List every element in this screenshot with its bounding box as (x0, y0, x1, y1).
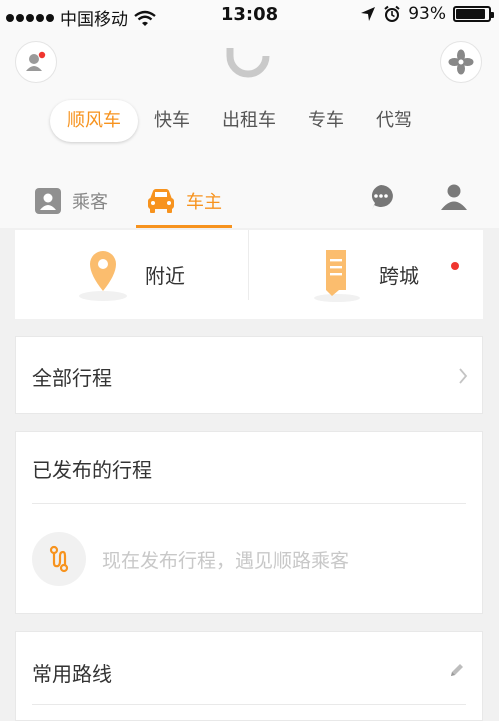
frequent-routes-title: 常用路线 (32, 662, 112, 686)
tab-express[interactable]: 快车 (138, 100, 206, 142)
divider (32, 704, 466, 705)
passenger-icon (35, 188, 61, 214)
header: 顺风车 快车 出租车 专车 代驾 乘客 车主 (0, 30, 499, 228)
published-trips-card: 已发布的行程 现在发布行程，遇见顺路乘客 (15, 431, 483, 614)
user-notify-button[interactable] (15, 41, 57, 83)
published-trips-title: 已发布的行程 (32, 458, 152, 482)
all-trips-title: 全部行程 (32, 366, 112, 390)
role-tab-driver[interactable]: 车主 (146, 175, 222, 227)
role-tab-passenger[interactable]: 乘客 (34, 175, 108, 227)
frequent-routes-card: 常用路线 (15, 631, 483, 721)
map-pin-icon (79, 250, 127, 301)
nearby-button[interactable]: 附近 (15, 230, 249, 319)
chat-icon[interactable] (367, 183, 395, 213)
user-notify-icon (26, 51, 46, 71)
role-label-driver: 车主 (186, 192, 222, 213)
intercity-badge (451, 262, 459, 270)
intercity-label: 跨城 (379, 264, 419, 288)
role-label-passenger: 乘客 (72, 192, 108, 213)
battery-icon (453, 6, 494, 22)
edit-icon[interactable] (448, 661, 466, 679)
nearby-label: 附近 (145, 264, 185, 288)
profile-icon[interactable] (440, 183, 468, 211)
tab-taxi[interactable]: 出租车 (206, 100, 292, 142)
alarm-icon (384, 5, 400, 22)
active-role-indicator (136, 225, 232, 228)
chevron-right-icon (459, 368, 468, 384)
tab-premier[interactable]: 专车 (292, 100, 360, 142)
didi-logo (226, 48, 270, 78)
mode-card: 附近 跨城 (15, 230, 483, 319)
divider (32, 503, 466, 504)
car-icon (148, 189, 174, 213)
service-tabs: 顺风车 快车 出租车 专车 代驾 (50, 100, 428, 142)
status-bar: 中国移动 13:08 93% (0, 0, 499, 30)
ticket-icon (314, 249, 360, 302)
tab-chauffeur[interactable]: 代驾 (360, 100, 428, 142)
location-arrow-icon (361, 7, 376, 21)
all-trips-row[interactable]: 全部行程 (15, 336, 483, 414)
tab-hitch[interactable]: 顺风车 (50, 100, 138, 142)
empty-state-text[interactable]: 现在发布行程，遇见顺路乘客 (102, 546, 349, 573)
fan-button[interactable] (440, 41, 482, 83)
fan-icon (448, 49, 474, 75)
intercity-button[interactable]: 跨城 (249, 230, 483, 319)
battery-percent: 93% (408, 4, 446, 24)
route-icon (32, 532, 86, 586)
